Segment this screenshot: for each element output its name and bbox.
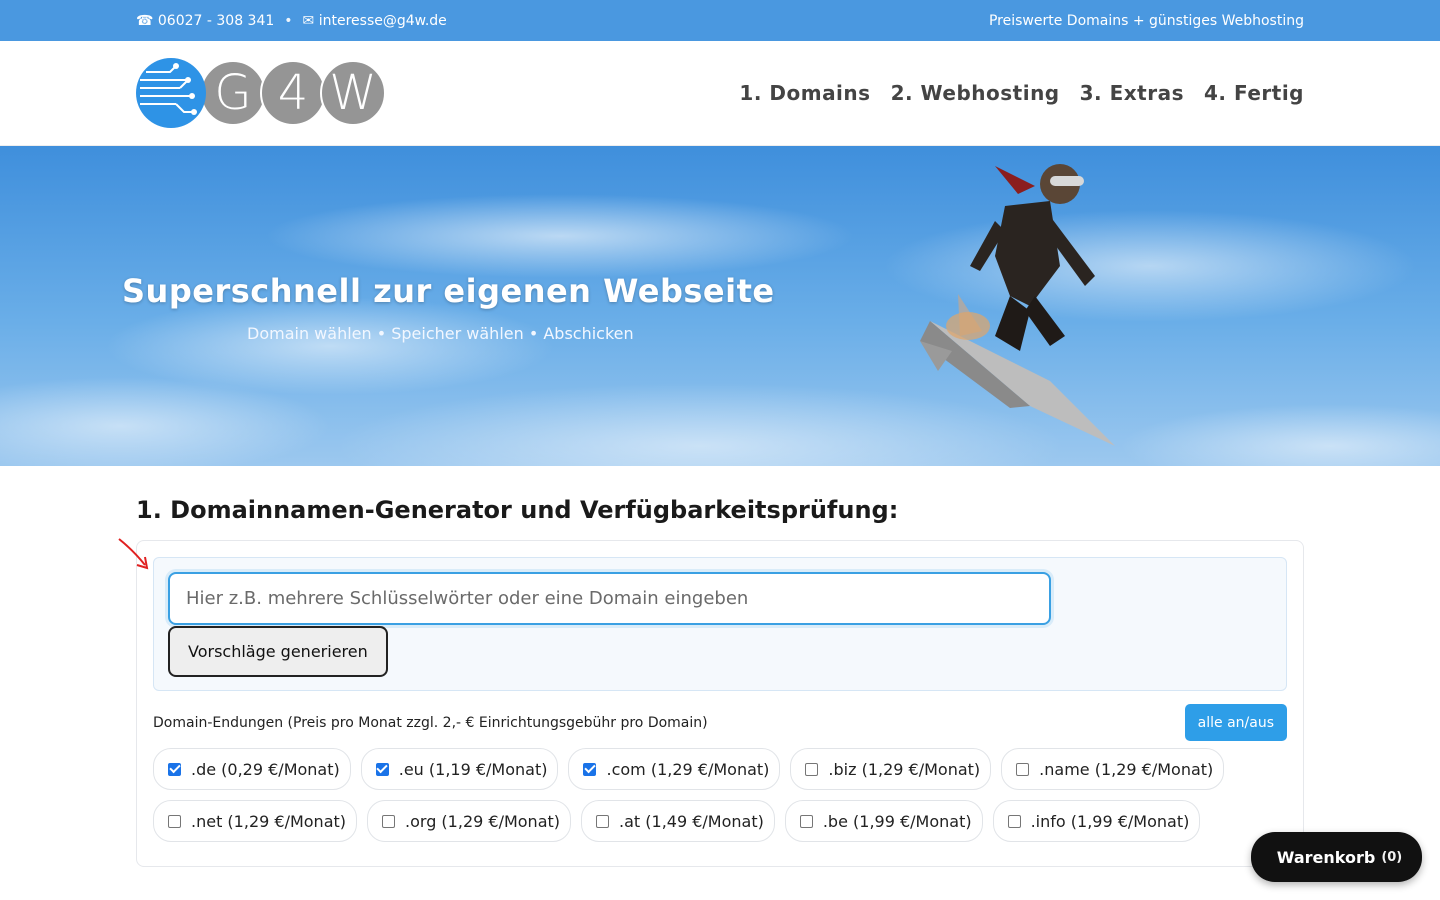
tld-option-be[interactable]: .be (1,99 €/Monat) bbox=[784, 800, 983, 842]
checkbox[interactable] bbox=[596, 814, 610, 828]
tld-header: Domain-Endungen (Preis pro Monat zzgl. 2… bbox=[153, 704, 1287, 741]
domain-section: 1. Domainnamen-Generator und Verfügbarke… bbox=[0, 496, 1440, 867]
tld-option-net[interactable]: .net (1,29 €/Monat) bbox=[153, 800, 358, 842]
checkbox[interactable] bbox=[375, 762, 389, 776]
tld-label-org: .org (1,29 €/Monat) bbox=[405, 811, 561, 831]
domain-panel: Vorschläge generieren Domain-Endungen (P… bbox=[118, 538, 1304, 867]
tld-label: Domain-Endungen (Preis pro Monat zzgl. 2… bbox=[153, 714, 708, 731]
logo-letter-g: G bbox=[200, 60, 266, 126]
rocket-man-illustration bbox=[920, 164, 1115, 446]
red-arrow-icon bbox=[118, 538, 149, 570]
email-link[interactable]: ✉ interesse@g4w.de bbox=[303, 13, 447, 29]
tld-option-com[interactable]: .com (1,29 €/Monat) bbox=[568, 748, 781, 790]
separator: • bbox=[284, 12, 293, 29]
tld-option-de[interactable]: .de (0,29 €/Monat) bbox=[153, 748, 351, 790]
topbar: ☎ 06027 - 308 341 • ✉ interesse@g4w.de P… bbox=[0, 0, 1440, 41]
tld-label-at: .at (1,49 €/Monat) bbox=[619, 811, 764, 831]
tld-label-de: .de (0,29 €/Monat) bbox=[191, 759, 340, 779]
checkbox[interactable] bbox=[1007, 814, 1021, 828]
main-nav: 1. Domains 2. Webhosting 3. Extras 4. Fe… bbox=[739, 81, 1304, 105]
tld-label-info: .info (1,99 €/Monat) bbox=[1030, 811, 1190, 831]
nav-fertig[interactable]: 4. Fertig bbox=[1204, 81, 1304, 105]
hero-title: Superschnell zur eigenen Webseite bbox=[122, 272, 775, 310]
tld-label-com: .com (1,29 €/Monat) bbox=[606, 759, 770, 779]
nav-webhosting[interactable]: 2. Webhosting bbox=[891, 81, 1060, 105]
tld-label-be: .be (1,99 €/Monat) bbox=[822, 811, 972, 831]
phone-link[interactable]: ☎ 06027 - 308 341 bbox=[136, 13, 274, 29]
tld-row-2: .net (1,29 €/Monat) .org (1,29 €/Monat) … bbox=[153, 800, 1287, 842]
tagline: Preiswerte Domains + günstiges Webhostin… bbox=[988, 12, 1304, 29]
tld-label-eu: .eu (1,19 €/Monat) bbox=[398, 759, 548, 779]
tld-option-biz[interactable]: .biz (1,29 €/Monat) bbox=[790, 748, 992, 790]
generate-suggestions-button[interactable]: Vorschläge generieren bbox=[168, 626, 388, 677]
cart-label: Warenkorb bbox=[1276, 847, 1376, 867]
logo-letter-w: W bbox=[320, 60, 386, 126]
tld-option-org[interactable]: .org (1,29 €/Monat) bbox=[367, 800, 572, 842]
checkbox[interactable] bbox=[382, 814, 396, 828]
toggle-all-button[interactable]: alle an/aus bbox=[1184, 704, 1287, 741]
logo[interactable]: G 4 W bbox=[136, 58, 386, 128]
tld-label-net: .net (1,29 €/Monat) bbox=[191, 811, 347, 831]
search-box: Vorschläge generieren bbox=[153, 557, 1287, 691]
cart-button[interactable]: Warenkorb (0) bbox=[1251, 832, 1422, 882]
checkbox[interactable] bbox=[168, 814, 181, 828]
hero-subtitle: Domain wählen • Speicher wählen • Abschi… bbox=[247, 324, 634, 343]
tld-option-eu[interactable]: .eu (1,19 €/Monat) bbox=[360, 748, 559, 790]
circuit-icon bbox=[136, 58, 206, 128]
nav-extras[interactable]: 3. Extras bbox=[1080, 81, 1184, 105]
hero-banner: Superschnell zur eigenen Webseite Domain… bbox=[0, 146, 1440, 466]
checkbox[interactable] bbox=[168, 762, 181, 776]
domain-search-input[interactable] bbox=[168, 572, 1051, 625]
tld-option-at[interactable]: .at (1,49 €/Monat) bbox=[581, 800, 775, 842]
header: G 4 W 1. Domains 2. Webhosting 3. Extras… bbox=[0, 41, 1440, 146]
contact-info: ☎ 06027 - 308 341 • ✉ interesse@g4w.de bbox=[136, 13, 447, 29]
nav-domains[interactable]: 1. Domains bbox=[739, 81, 870, 105]
checkbox[interactable] bbox=[799, 814, 813, 828]
tld-option-info[interactable]: .info (1,99 €/Monat) bbox=[992, 800, 1201, 842]
tld-option-name[interactable]: .name (1,29 €/Monat) bbox=[1001, 748, 1225, 790]
tld-label-name: .name (1,29 €/Monat) bbox=[1039, 759, 1214, 779]
checkbox[interactable] bbox=[583, 762, 597, 776]
tld-label-biz: .biz (1,29 €/Monat) bbox=[828, 759, 981, 779]
cart-count: (0) bbox=[1381, 849, 1403, 865]
section-title: 1. Domainnamen-Generator und Verfügbarke… bbox=[136, 496, 899, 524]
logo-letter-4: 4 bbox=[260, 60, 326, 126]
checkbox[interactable] bbox=[805, 762, 819, 776]
tld-row-1: .de (0,29 €/Monat) .eu (1,19 €/Monat) .c… bbox=[153, 748, 1287, 790]
checkbox[interactable] bbox=[1016, 762, 1030, 776]
